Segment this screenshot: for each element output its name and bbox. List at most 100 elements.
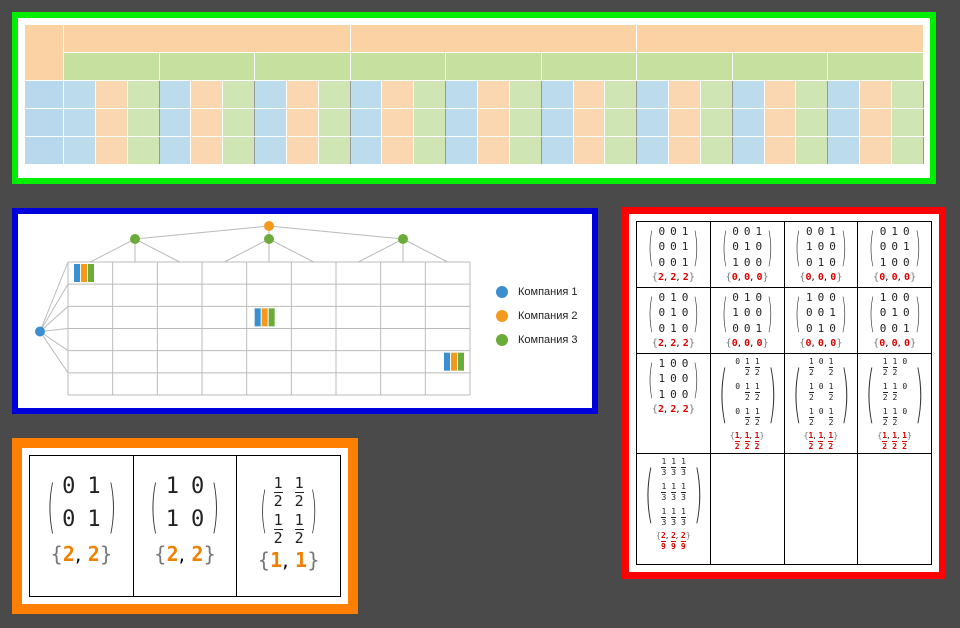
table-row xyxy=(24,80,925,109)
company-1-marker xyxy=(496,286,508,298)
payoff-vector: {1 2, 12, 1 2} xyxy=(729,431,765,451)
matrix-entry: 0 xyxy=(879,321,887,335)
payoff-cell xyxy=(94,80,128,109)
payoff-cell xyxy=(158,136,192,165)
payoff-cell xyxy=(190,136,224,165)
strategy-cell: (1 2 0 1 2 1 2 0 1 2 1 2 0 1 2){1 2, 12, 1 2} xyxy=(783,353,859,454)
tree-edge xyxy=(39,261,69,332)
strategy-matrix: 010100001 xyxy=(732,291,762,337)
payoff-vector: {2, 2, 2} xyxy=(651,272,696,283)
matrix-entry: 0 xyxy=(743,321,751,335)
matrix-entry: 12 xyxy=(745,357,750,377)
matrix-entry: 0 xyxy=(817,306,825,320)
matrix-entry: 0 xyxy=(755,240,763,254)
payoff-cell xyxy=(285,80,319,109)
payoff-cell xyxy=(731,108,765,137)
payoff-vector: {2, 2} xyxy=(153,542,217,566)
strategy-matrix: 12 0 12 12 0 12 12 0 12 xyxy=(808,357,834,430)
strategy-matrix: 001001001 xyxy=(658,225,688,271)
strategy-cell: (0 1 2 1 2 0 1 2 1 2 0 1 2 1 2){1 2, 12, 1 2} xyxy=(709,353,785,454)
company-3-node xyxy=(398,234,408,244)
matrix-entry: 0 xyxy=(658,240,666,254)
strategy-matrix: 012120121201212 xyxy=(735,357,760,430)
matrix-entry: 0 xyxy=(891,321,898,335)
tree-edge xyxy=(134,238,180,263)
matrix-entry: 0 xyxy=(902,407,908,416)
payoff-cell xyxy=(94,108,128,137)
matrix-entry: 1 xyxy=(891,225,898,238)
matrix-entry: 0 xyxy=(62,474,76,499)
matrix-entry: 0 xyxy=(670,357,677,370)
matrix-entry: 0 xyxy=(735,382,741,391)
payoff-bar xyxy=(81,264,87,282)
matrix-entry: 1 xyxy=(670,321,677,335)
column-subgroup-header xyxy=(731,52,829,81)
strategy-matrix: 1010 xyxy=(166,474,205,540)
matrix-entry: 12 xyxy=(828,357,834,377)
payoff-cell xyxy=(699,136,733,165)
tree-edge xyxy=(90,238,136,263)
matrix-entry: 1 xyxy=(879,291,887,304)
payoff-cell xyxy=(445,80,478,109)
matrix-entry: 0 xyxy=(681,372,689,386)
payoff-cell xyxy=(668,80,701,109)
legend-label: Компания 3 xyxy=(518,334,578,346)
matrix-entry: 12 xyxy=(294,511,304,547)
payoff-cell xyxy=(285,108,319,137)
matrix-entry: 0 xyxy=(805,225,813,238)
payoff-cell xyxy=(795,108,829,137)
empty-cell xyxy=(857,453,932,565)
empty-cell xyxy=(783,453,859,565)
matrix-entry: 0 xyxy=(681,291,689,304)
payoff-cell xyxy=(126,108,160,137)
matrix-entry: 0 xyxy=(732,225,739,238)
payoff-cell xyxy=(604,80,638,109)
payoff-vector: {0, 0, 0} xyxy=(725,272,769,283)
strategy-matrix: 100010001 xyxy=(880,291,910,337)
payoff-cell xyxy=(668,108,701,137)
matrix-entry: 0 xyxy=(743,225,751,238)
payoff-cell xyxy=(572,80,606,109)
matrix-entry: 0 xyxy=(902,291,910,304)
payoff-cell xyxy=(317,108,351,137)
empty-cell xyxy=(709,453,785,565)
matrix-entry: 0 xyxy=(670,240,677,254)
matrix-entry: 0 xyxy=(817,225,825,238)
matrix-entry: 12 xyxy=(882,357,888,377)
payoff-cell xyxy=(508,108,542,137)
company-3-node xyxy=(130,234,140,244)
column-subgroup-header xyxy=(254,52,351,81)
strategy-matrix: 001010100 xyxy=(732,225,762,271)
payoff-cell xyxy=(413,80,447,109)
payoff-cell xyxy=(540,136,574,165)
matrix-entry: 13 xyxy=(661,457,667,477)
matrix-entry: 0 xyxy=(735,407,741,416)
payoff-cell xyxy=(508,80,542,109)
legend-item-company-2: Компания 2 xyxy=(496,310,578,322)
matrix-entry: 13 xyxy=(681,457,686,477)
tree-edge xyxy=(268,238,314,263)
matrix-entry: 0 xyxy=(190,507,205,532)
matrix-entry: 1 xyxy=(902,321,910,335)
strategy-cell: (0 0 1 1 0 0 0 1 0) {0, 0, 0} xyxy=(783,221,859,288)
matrix-entry: 0 xyxy=(891,291,898,304)
matrix-entry: 0 xyxy=(681,357,689,370)
matrix-entry: 12 xyxy=(808,382,814,402)
strategy-cell: (0 1 0 0 0 1 1 0 0) {0, 0, 0} xyxy=(857,221,932,288)
payoff-cell xyxy=(349,80,383,109)
matrix-entry: 1 xyxy=(87,474,101,499)
table-row xyxy=(24,136,925,165)
payoff-cell xyxy=(126,136,160,165)
payoff-cell xyxy=(668,136,701,165)
matrix-entry: 1 xyxy=(879,255,887,269)
payoff-cell xyxy=(859,108,892,137)
payoff-table xyxy=(24,24,925,165)
payoff-vector: {0, 0, 0} xyxy=(799,338,843,349)
payoff-cell xyxy=(349,136,383,165)
payoff-cell xyxy=(572,108,606,137)
matrix-entry: 0 xyxy=(732,291,739,304)
matrix-entry: 0 xyxy=(902,306,910,320)
payoff-cell xyxy=(254,108,287,137)
strategy-matrix: 0101 xyxy=(62,474,101,540)
payoff-cell xyxy=(636,80,670,109)
